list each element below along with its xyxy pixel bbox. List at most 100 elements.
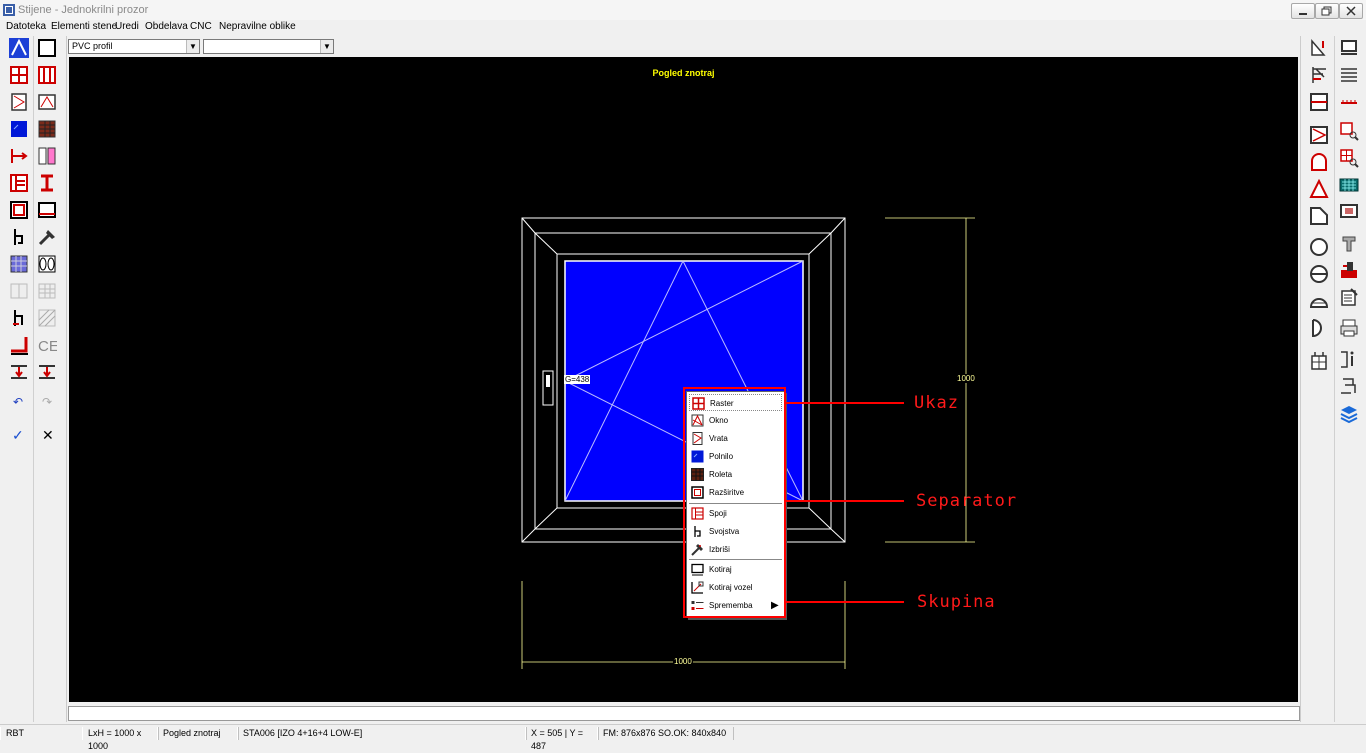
second-select[interactable]: ▼ [203,39,334,54]
rt-step-button[interactable] [1339,376,1359,396]
rt-monitor-button[interactable] [1339,38,1359,58]
status-fm: FM: 876x876 SO.OK: 840x840 [597,727,734,740]
app-icon [3,4,15,16]
rt-display-button[interactable] [1339,202,1359,222]
rt-info-button[interactable] [1339,349,1359,369]
change-tool-button-2[interactable] [37,362,57,382]
rt-layers-button[interactable] [1339,404,1359,424]
sash-frame-button[interactable] [9,200,29,220]
menu-bar: Datoteka Elementi stene Uredi Obdelava C… [0,20,1366,35]
circle-split-icon [1310,265,1328,283]
edit-list-icon [1341,288,1358,306]
rt-sash-button[interactable] [1309,125,1329,145]
rt-zoom-button[interactable] [1339,121,1359,141]
menu-uredi[interactable]: Uredi [115,21,139,32]
menu-cnc[interactable]: CNC [190,21,212,32]
frame-tool-button[interactable] [37,38,57,58]
extend-tool-button[interactable] [9,146,29,166]
rt-circle-button[interactable] [1309,237,1329,257]
title-bar: Stijene - Jednokrilni prozor [0,0,1366,21]
joint-tool-button[interactable] [9,308,29,328]
rt-circle-split-button[interactable] [1309,264,1329,284]
align-icon [1312,67,1326,83]
rt-calculator-button[interactable] [1339,175,1359,195]
dimension-corner-icon [1311,38,1326,56]
split-tool-button[interactable] [37,65,57,85]
tilt-icon [38,94,56,110]
beam-tool-button[interactable] [37,173,57,193]
rt-dimension-button[interactable] [1309,38,1329,58]
properties-tool-button[interactable] [9,227,29,247]
shutter-icon [38,120,56,138]
rt-triangle-button[interactable] [1309,179,1329,199]
status-glass: STA006 [IZO 4+16+4 LOW-E] [237,727,527,740]
frame-split-icon [1310,93,1328,111]
menu-elementi-stene[interactable]: Elementi stene [51,21,117,32]
profile-tool-button[interactable] [37,146,57,166]
profile-select[interactable]: PVC profil ▼ [68,39,200,54]
rt-half-circle-button[interactable] [1309,291,1329,311]
rt-align-button[interactable] [1309,65,1329,85]
undo-icon[interactable]: ↶ [13,395,23,409]
rt-hammer-button[interactable] [1339,233,1359,253]
close-icon [1346,6,1356,16]
rt-machine-button[interactable] [1339,260,1359,280]
diagonal-tool-button[interactable] [37,308,57,328]
grid-icon [10,66,28,84]
command-input[interactable] [68,706,1300,721]
profile-section-icon [38,147,56,165]
rt-bevel-button[interactable] [1309,206,1329,226]
menu-obdelava[interactable]: Obdelava [145,21,188,32]
corner-icon [11,337,28,355]
left-toolbar: CE ↶ ↷ ✓ ✕ [0,36,67,722]
select-tool-button[interactable] [9,38,29,58]
change-tool-button[interactable] [9,362,29,382]
svg-text:CE: CE [38,338,57,355]
fill-tool-button[interactable] [9,119,29,139]
callout-line-separator [784,500,904,502]
rt-lines-button[interactable] [1339,65,1359,85]
rt-segment-button[interactable] [1309,318,1329,338]
hatch-tool-button[interactable] [9,254,29,274]
select-arrow-icon [9,38,29,58]
rt-zoom-grid-button[interactable] [1339,148,1359,168]
oval-tool-button[interactable] [37,254,57,274]
sash-diagonal-icon [1310,126,1328,144]
rt-edit-button[interactable] [1339,287,1359,307]
minimize-button[interactable] [1291,3,1315,19]
rt-frame-split-button[interactable] [1309,92,1329,112]
lines-icon [1341,68,1357,82]
ok-icon[interactable]: ✓ [12,427,24,444]
status-mode: RBT [0,727,83,740]
rt-settings-button[interactable] [1309,351,1329,371]
tilt-tool-button[interactable] [37,92,57,112]
split-icon [38,66,56,84]
hatch-grid-icon [10,255,28,273]
chevron-down-icon: ▼ [186,40,199,53]
zoom-grid-icon [1340,149,1359,168]
shutter-tool-button[interactable] [37,119,57,139]
machine-icon [1341,262,1357,278]
rt-arch-button[interactable] [1309,152,1329,172]
close-button[interactable] [1339,3,1363,19]
cancel-icon[interactable]: ✕ [42,427,54,444]
window-tool-button[interactable] [9,92,29,112]
grid-tool-button[interactable] [9,65,29,85]
menu-datoteka[interactable]: Datoteka [6,21,46,32]
hammer-icon [38,230,55,246]
ce-mark-button[interactable]: CE [37,335,57,355]
joint-icon [13,310,23,326]
mullion-tool-button[interactable] [9,173,29,193]
calculator-icon [1339,178,1359,192]
delete-tool-button[interactable] [37,227,57,247]
properties-flag-icon [14,229,23,245]
rt-print-button[interactable] [1339,318,1359,338]
callout-highlight-box [683,387,786,618]
restore-button[interactable] [1315,3,1339,19]
display-icon [1340,204,1358,218]
rt-ruler-button[interactable] [1339,92,1359,112]
corner-tool-button[interactable] [9,335,29,355]
right-toolbar [1300,36,1366,722]
frame-outline-button[interactable] [37,200,57,220]
menu-nepravilne-oblike[interactable]: Nepravilne oblike [219,21,296,32]
